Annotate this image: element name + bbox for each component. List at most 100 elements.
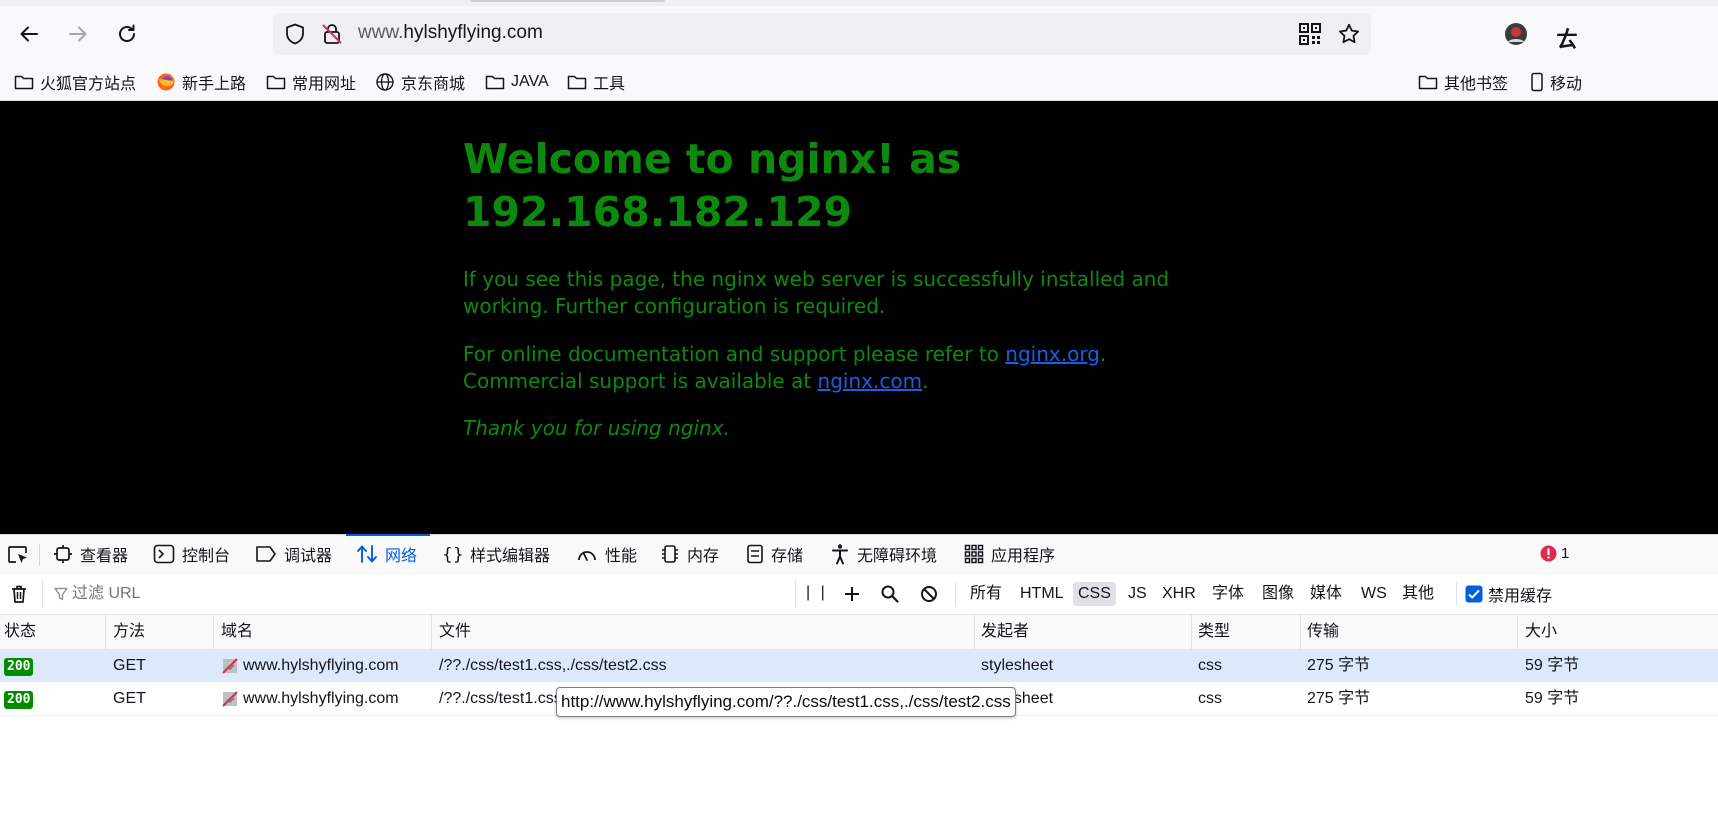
devtools-tab[interactable]: 控制台: [153, 534, 230, 574]
plus-icon[interactable]: [842, 584, 862, 604]
url-text[interactable]: www.hylshyflying.com: [358, 22, 543, 44]
devtools-tab[interactable]: 存储: [746, 534, 803, 574]
column-header[interactable]: 文件: [439, 615, 471, 649]
nginx-org-link[interactable]: nginx.org: [1005, 342, 1100, 366]
devtools-tab[interactable]: 内存: [660, 534, 719, 574]
account-avatar[interactable]: [1504, 22, 1528, 46]
checkbox-checked-icon[interactable]: [1465, 585, 1483, 603]
devtools-tab[interactable]: 无障碍环境: [830, 534, 937, 574]
type-filter-button[interactable]: 字体: [1207, 582, 1249, 606]
accessibility-icon: [830, 543, 850, 565]
type-filter-button[interactable]: 其他: [1397, 582, 1439, 606]
page-title: Welcome to nginx! as 192.168.182.129: [463, 135, 962, 236]
tracking-protection-shield-icon[interactable]: [283, 22, 307, 46]
type-filter-button[interactable]: CSS: [1073, 582, 1116, 606]
devtools-tab-label: 控制台: [182, 548, 231, 565]
devtools-tab[interactable]: 网络: [356, 534, 417, 574]
disable-cache-toggle[interactable]: 禁用缓存: [1465, 582, 1552, 606]
bookmark-label: JAVA: [511, 73, 549, 90]
mobile-bookmarks-folder[interactable]: 移动: [1530, 70, 1582, 94]
column-header[interactable]: 发起者: [981, 615, 1029, 649]
other-bookmarks-label: 其他书签: [1444, 76, 1509, 93]
braces-icon: {}: [441, 544, 463, 564]
type-filter-button[interactable]: HTML: [1015, 582, 1069, 606]
memory-icon: [660, 544, 680, 564]
bookmark-label: 工具: [593, 76, 626, 93]
column-header[interactable]: 大小: [1525, 615, 1557, 649]
toolbar-divider: [1456, 582, 1457, 606]
table-cell-initiator: stylesheet: [981, 657, 1054, 674]
search-icon[interactable]: [880, 584, 900, 604]
bookmark-item[interactable]: 火狐官方站点: [14, 70, 136, 94]
tab-strip-edge: [0, 0, 1718, 6]
filter-url-input[interactable]: [72, 582, 772, 606]
insecure-lock-icon[interactable]: [320, 22, 344, 46]
block-icon[interactable]: [919, 584, 939, 604]
active-tab-edge[interactable]: [470, 0, 665, 2]
bookmark-item[interactable]: 京东商城: [375, 70, 465, 94]
type-filter-button[interactable]: JS: [1123, 582, 1152, 606]
insecure-connection-icon: [221, 690, 239, 708]
column-header[interactable]: 方法: [113, 615, 145, 649]
domain-text: www.hylshyflying.com: [243, 657, 399, 674]
column-header[interactable]: 域名: [221, 615, 253, 649]
forward-button[interactable]: [62, 18, 94, 50]
bookmark-label: 火狐官方站点: [40, 76, 137, 93]
devtools-tab-label: 调试器: [284, 548, 333, 565]
debugger-icon: [255, 545, 277, 563]
funnel-filter-icon: [53, 586, 69, 602]
commercial-period: .: [922, 368, 929, 393]
bookmark-item[interactable]: 常用网址: [266, 70, 356, 94]
devtools-tab[interactable]: {} 样式编辑器: [441, 534, 550, 574]
table-cell-method: GET: [113, 657, 146, 674]
url-prefix: www.: [358, 22, 404, 43]
devtools-tab-label: 性能: [605, 548, 638, 565]
type-filter-button[interactable]: 所有: [965, 582, 1007, 606]
bookmark-label: 新手上路: [182, 76, 247, 93]
globe-icon: [375, 72, 395, 92]
folder-icon: [266, 73, 286, 91]
bookmark-item[interactable]: JAVA: [485, 70, 549, 94]
gauge-icon: [576, 544, 598, 564]
type-filter-button[interactable]: 图像: [1257, 582, 1299, 606]
trash-icon[interactable]: [8, 583, 30, 605]
error-counter[interactable]: 1: [1540, 545, 1569, 562]
table-cell-file: /??./css/test1.css,./css/test2.css: [439, 657, 667, 674]
qr-code-icon[interactable]: [1298, 22, 1322, 46]
commercial-text: Commercial support is available at: [463, 368, 818, 393]
devtools-tab[interactable]: 性能: [576, 534, 637, 574]
reload-icon: [119, 24, 135, 42]
other-bookmarks-folder[interactable]: 其他书签: [1418, 70, 1508, 94]
element-picker-icon[interactable]: [6, 543, 30, 567]
insecure-connection-icon: [221, 657, 239, 675]
type-filter-button[interactable]: XHR: [1157, 582, 1201, 606]
docs-paragraph: For online documentation and support ple…: [463, 341, 1183, 394]
toolbar-divider: [955, 582, 956, 606]
devtools-tab[interactable]: 查看器: [53, 534, 128, 574]
folder-icon: [567, 73, 587, 91]
back-button[interactable]: [13, 18, 45, 50]
table-cell-type: css: [1198, 657, 1222, 674]
error-icon: [1540, 545, 1557, 562]
reload-button[interactable]: [111, 18, 143, 50]
nginx-com-link[interactable]: nginx.com: [818, 369, 923, 393]
column-header[interactable]: 传输: [1307, 615, 1339, 649]
type-filter-button[interactable]: WS: [1356, 582, 1392, 606]
intro-paragraph: If you see this page, the nginx web serv…: [463, 267, 1170, 318]
extensions-icon[interactable]: ㄊ: [1556, 22, 1578, 54]
network-icon: [356, 544, 378, 564]
table-cell-method: GET: [113, 690, 146, 707]
pause-icon[interactable]: | |: [806, 584, 828, 602]
bookmark-item[interactable]: 工具: [567, 70, 625, 94]
tab-divider: [39, 544, 40, 566]
bookmark-star-icon[interactable]: [1337, 22, 1361, 46]
devtools-tab[interactable]: 调试器: [255, 534, 332, 574]
type-filter-button[interactable]: 媒体: [1305, 582, 1347, 606]
column-header[interactable]: 状态: [4, 615, 36, 649]
bookmark-label: 京东商城: [401, 76, 466, 93]
bookmark-item[interactable]: 新手上路: [156, 70, 246, 94]
url-domain: hylshyflying.com: [403, 22, 543, 43]
devtools-tab[interactable]: 应用程序: [964, 534, 1055, 574]
column-header[interactable]: 类型: [1198, 615, 1230, 649]
table-cell-domain: www.hylshyflying.com: [221, 682, 399, 715]
